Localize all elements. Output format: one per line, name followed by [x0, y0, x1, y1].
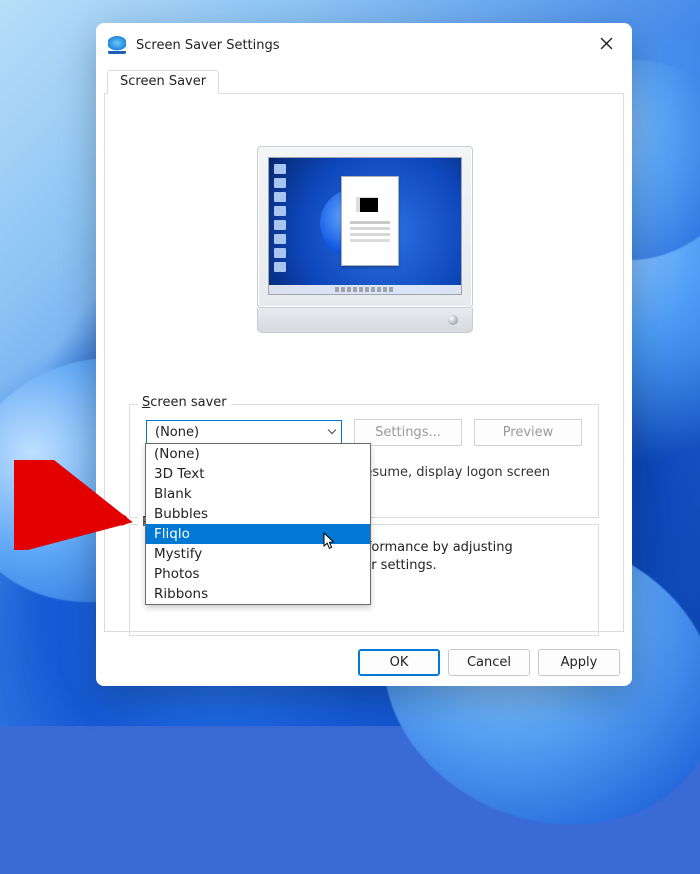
ok-button[interactable]: OK	[358, 649, 440, 676]
monitor-preview	[257, 146, 471, 332]
cancel-button[interactable]: Cancel	[448, 649, 530, 676]
dropdown-option[interactable]: Mystify	[146, 544, 370, 564]
dropdown-option[interactable]: 3D Text	[146, 464, 370, 484]
dropdown-option[interactable]: Fliqlo	[146, 524, 370, 544]
tab-strip: Screen Saver	[104, 67, 624, 94]
tab-panel: SScreen savercreen saver (None) Settings…	[104, 94, 624, 632]
settings-button[interactable]: Settings...	[354, 419, 462, 446]
tab-screen-saver[interactable]: Screen Saver	[107, 70, 219, 94]
screensaver-dropdown-list[interactable]: (None)3D TextBlankBubblesFliqloMystifyPh…	[145, 443, 371, 605]
screen-saver-legend: SScreen savercreen saver	[138, 395, 231, 410]
dropdown-option[interactable]: Blank	[146, 484, 370, 504]
close-button[interactable]	[586, 29, 626, 61]
chevron-down-icon	[327, 425, 337, 440]
screen-saver-icon	[108, 36, 126, 54]
dropdown-option[interactable]: Ribbons	[146, 584, 370, 604]
close-icon	[600, 37, 613, 54]
dropdown-option[interactable]: Photos	[146, 564, 370, 584]
screen-saver-dialog: Screen Saver Settings Screen Saver	[96, 23, 632, 686]
window-title: Screen Saver Settings	[136, 38, 280, 53]
dropdown-option[interactable]: (None)	[146, 444, 370, 464]
tab-label: Screen Saver	[120, 74, 206, 89]
apply-button[interactable]: Apply	[538, 649, 620, 676]
dialog-footer: OK Cancel Apply	[96, 638, 632, 686]
dropdown-option[interactable]: Bubbles	[146, 504, 370, 524]
dropdown-selected-value: (None)	[155, 425, 199, 440]
screensaver-dropdown[interactable]: (None)	[146, 420, 342, 445]
titlebar: Screen Saver Settings	[96, 23, 632, 67]
preview-button[interactable]: Preview	[474, 419, 582, 446]
